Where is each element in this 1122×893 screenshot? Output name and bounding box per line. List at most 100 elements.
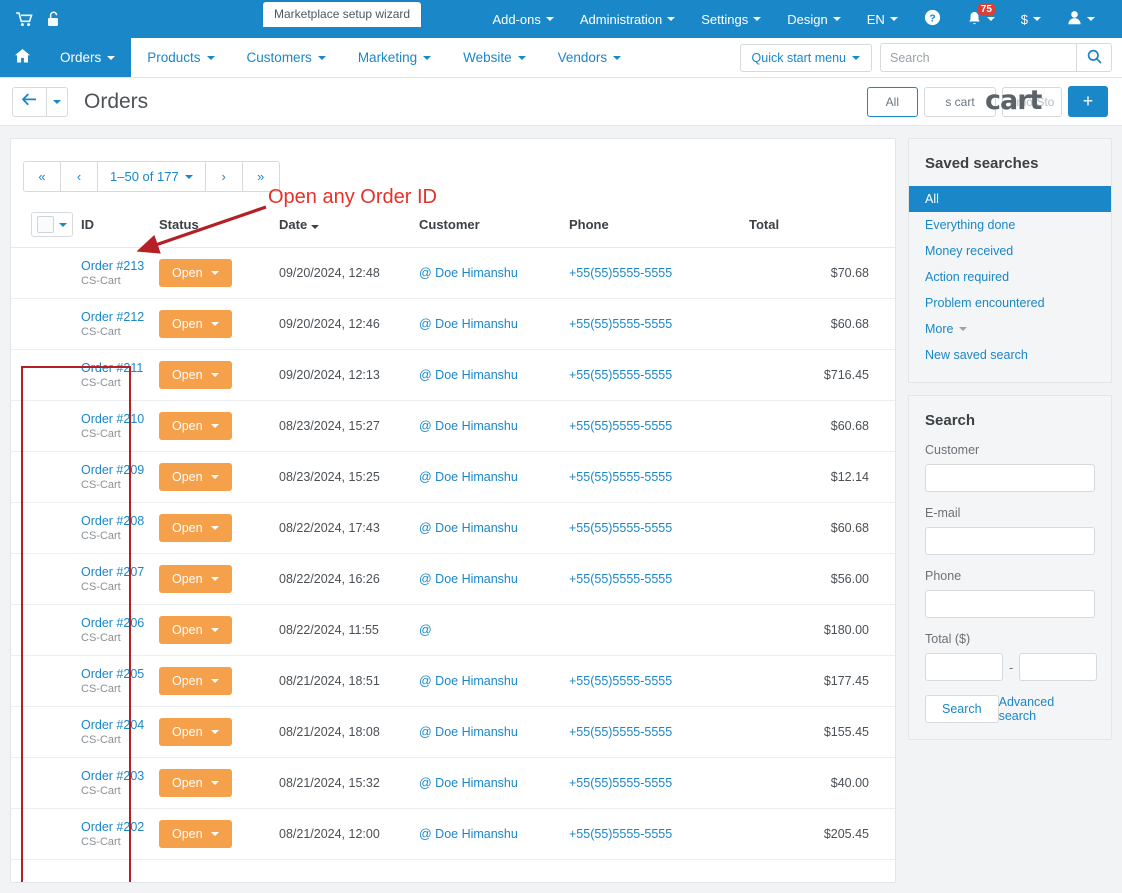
nav-item-vendors[interactable]: Vendors xyxy=(542,38,638,77)
back-button[interactable] xyxy=(12,86,46,117)
order-status-button[interactable]: Open xyxy=(159,565,232,593)
phone-field[interactable] xyxy=(925,590,1095,618)
order-status-button[interactable]: Open xyxy=(159,259,232,287)
customer-link[interactable]: @ Doe Himanshu xyxy=(419,419,518,433)
order-id-link[interactable]: Order #205 xyxy=(81,667,151,681)
phone-link[interactable]: +55(55)5555-5555 xyxy=(569,725,672,739)
phone-link[interactable]: +55(55)5555-5555 xyxy=(569,521,672,535)
phone-link[interactable]: +55(55)5555-5555 xyxy=(569,776,672,790)
pagination-next[interactable]: › xyxy=(204,161,243,192)
order-id-link[interactable]: Order #203 xyxy=(81,769,151,783)
all-stores-button[interactable]: All xyxy=(866,86,918,117)
currency-selector[interactable]: $ xyxy=(1008,0,1054,38)
customer-link[interactable]: @ Doe Himanshu xyxy=(419,674,518,688)
phone-link[interactable]: +55(55)5555-5555 xyxy=(569,266,672,280)
customer-link[interactable]: @ Doe Himanshu xyxy=(419,776,518,790)
phone-link[interactable]: +55(55)5555-5555 xyxy=(569,419,672,433)
order-id-link[interactable]: Order #213 xyxy=(81,259,151,273)
total-to-field[interactable] xyxy=(1019,653,1098,681)
add-order-button[interactable]: + xyxy=(1068,86,1108,117)
saved-search-all[interactable]: All xyxy=(909,186,1111,212)
order-status-button[interactable]: Open xyxy=(159,769,232,797)
pagination-last[interactable]: » xyxy=(241,161,280,192)
search-button[interactable]: Search xyxy=(925,695,999,723)
email-field[interactable] xyxy=(925,527,1095,555)
saved-search-money-received[interactable]: Money received xyxy=(909,238,1111,264)
order-status-button[interactable]: Open xyxy=(159,310,232,338)
phone-link[interactable]: +55(55)5555-5555 xyxy=(569,572,672,586)
column-header-customer[interactable]: Customer xyxy=(415,206,565,248)
order-status-button[interactable]: Open xyxy=(159,616,232,644)
phone-link[interactable]: +55(55)5555-5555 xyxy=(569,674,672,688)
demo-store-button[interactable]: emo Sto xyxy=(1002,86,1062,117)
order-id-link[interactable]: Order #212 xyxy=(81,310,151,324)
order-id-link[interactable]: Order #204 xyxy=(81,718,151,732)
phone-link[interactable]: +55(55)5555-5555 xyxy=(569,470,672,484)
help-button[interactable]: ? xyxy=(911,0,954,38)
phone-link[interactable]: +55(55)5555-5555 xyxy=(569,368,672,382)
phone-link[interactable]: +55(55)5555-5555 xyxy=(569,317,672,331)
order-id-link[interactable]: Order #209 xyxy=(81,463,151,477)
order-id-link[interactable]: Order #202 xyxy=(81,820,151,834)
user-menu[interactable] xyxy=(1054,0,1108,38)
order-status-button[interactable]: Open xyxy=(159,463,232,491)
cart-icon[interactable] xyxy=(16,11,33,27)
advanced-search-link[interactable]: Advanced search xyxy=(999,695,1095,723)
order-id-link[interactable]: Order #207 xyxy=(81,565,151,579)
menu-design[interactable]: Design xyxy=(774,0,853,38)
phone-link[interactable]: +55(55)5555-5555 xyxy=(569,827,672,841)
order-status-button[interactable]: Open xyxy=(159,718,232,746)
saved-search-everything-done[interactable]: Everything done xyxy=(909,212,1111,238)
nav-item-website[interactable]: Website xyxy=(447,38,542,77)
saved-search-more[interactable]: More xyxy=(909,316,1111,342)
order-status-button[interactable]: Open xyxy=(159,667,232,695)
order-status-button[interactable]: Open xyxy=(159,514,232,542)
order-id-link[interactable]: Order #206 xyxy=(81,616,151,630)
customer-link[interactable]: @ Doe Himanshu xyxy=(419,317,518,331)
customer-link[interactable]: @ Doe Himanshu xyxy=(419,725,518,739)
pagination-first[interactable]: « xyxy=(23,161,61,192)
search-input[interactable] xyxy=(880,43,1076,72)
menu-add-ons[interactable]: Add-ons xyxy=(479,0,566,38)
order-status-button[interactable]: Open xyxy=(159,412,232,440)
customer-link[interactable]: @ xyxy=(419,623,432,637)
quick-start-menu-button[interactable]: Quick start menu xyxy=(739,43,872,72)
nav-item-marketing[interactable]: Marketing xyxy=(342,38,447,77)
marketplace-setup-wizard-tab[interactable]: Marketplace setup wizard xyxy=(263,2,422,27)
customer-link[interactable]: @ Doe Himanshu xyxy=(419,572,518,586)
order-status-button[interactable]: Open xyxy=(159,361,232,389)
order-id-link[interactable]: Order #210 xyxy=(81,412,151,426)
order-status-button[interactable]: Open xyxy=(159,820,232,848)
menu-settings[interactable]: Settings xyxy=(688,0,774,38)
unlock-icon[interactable] xyxy=(47,11,61,27)
pagination-range[interactable]: 1–50 of 177 xyxy=(97,161,206,192)
store-selector-button[interactable]: s cart xyxy=(924,86,996,117)
customer-link[interactable]: @ Doe Himanshu xyxy=(419,266,518,280)
saved-search-problem-encountered[interactable]: Problem encountered xyxy=(909,290,1111,316)
customer-link[interactable]: @ Doe Himanshu xyxy=(419,470,518,484)
column-header-total[interactable]: Total xyxy=(745,206,895,248)
sidebar-item-home[interactable] xyxy=(0,38,44,77)
nav-item-products[interactable]: Products xyxy=(131,38,230,77)
pagination-prev[interactable]: ‹ xyxy=(60,161,98,192)
saved-search-action-required[interactable]: Action required xyxy=(909,264,1111,290)
customer-link[interactable]: @ Doe Himanshu xyxy=(419,827,518,841)
customer-link[interactable]: @ Doe Himanshu xyxy=(419,368,518,382)
total-from-field[interactable] xyxy=(925,653,1003,681)
new-saved-search-link[interactable]: New saved search xyxy=(909,342,1111,368)
menu-administration[interactable]: Administration xyxy=(567,0,688,38)
column-header-id[interactable]: ID xyxy=(77,206,155,248)
order-id-link[interactable]: Order #211 xyxy=(81,361,151,375)
column-header-status[interactable]: Status xyxy=(155,206,275,248)
search-submit-button[interactable] xyxy=(1076,43,1112,72)
back-dropdown-button[interactable] xyxy=(46,86,68,117)
order-id-link[interactable]: Order #208 xyxy=(81,514,151,528)
column-header-phone[interactable]: Phone xyxy=(565,206,745,248)
nav-item-customers[interactable]: Customers xyxy=(231,38,342,77)
menu-language[interactable]: EN xyxy=(854,0,911,38)
column-header-date[interactable]: Date xyxy=(275,206,415,248)
nav-item-orders[interactable]: Orders xyxy=(44,38,132,77)
customer-field[interactable] xyxy=(925,464,1095,492)
customer-link[interactable]: @ Doe Himanshu xyxy=(419,521,518,535)
notifications-button[interactable]: 75 xyxy=(954,0,1008,38)
